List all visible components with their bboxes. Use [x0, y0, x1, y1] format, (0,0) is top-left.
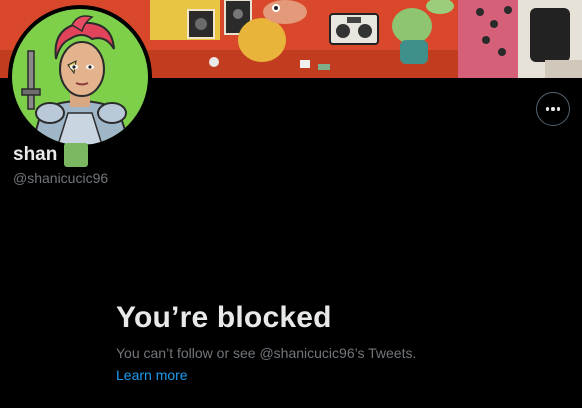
- more-dot: [545, 107, 550, 111]
- more-horizontal-icon: [545, 107, 561, 111]
- more-dot: [556, 107, 561, 111]
- more-options-button[interactable]: [536, 92, 570, 126]
- avatar[interactable]: [8, 5, 152, 149]
- profile-name-row: shan: [13, 143, 89, 167]
- blocked-notice: You’re blocked You can’t follow or see @…: [116, 300, 476, 384]
- blocked-description: You can’t follow or see @shanicucic96’s …: [116, 345, 417, 361]
- more-dot: [551, 107, 555, 111]
- profile-page: shan @shanicucic96 You’re blocked You ca…: [0, 0, 582, 408]
- learn-more-link[interactable]: Learn more: [116, 366, 476, 384]
- avatar-illustration: [12, 9, 148, 145]
- blocked-title: You’re blocked: [116, 301, 332, 334]
- green-square-emoji-icon: [64, 143, 89, 167]
- profile-handle: @shanicucic96: [13, 170, 109, 186]
- display-name: shan: [13, 144, 58, 165]
